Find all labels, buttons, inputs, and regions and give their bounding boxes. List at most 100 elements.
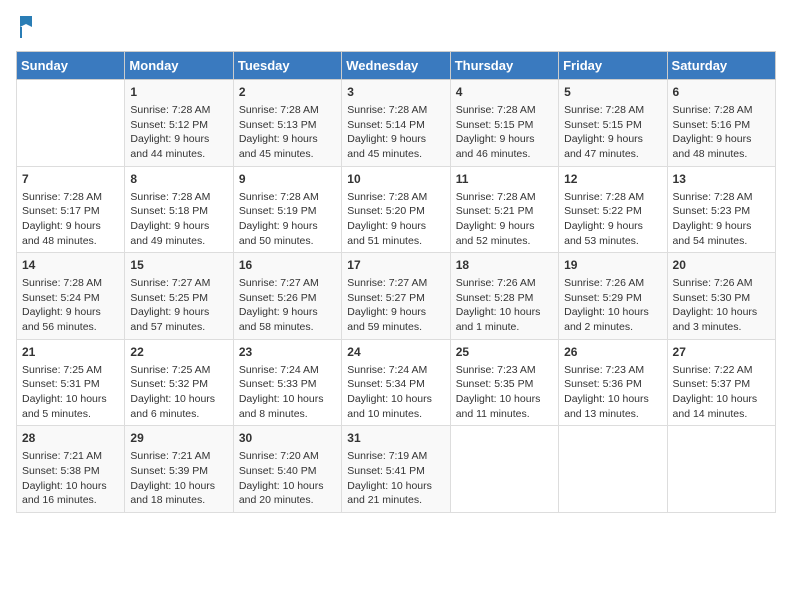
cell-text: Daylight: 9 hours	[673, 219, 770, 234]
cell-text: Sunset: 5:16 PM	[673, 118, 770, 133]
calendar-cell: 30Sunrise: 7:20 AMSunset: 5:40 PMDayligh…	[233, 426, 341, 513]
calendar-cell: 5Sunrise: 7:28 AMSunset: 5:15 PMDaylight…	[559, 80, 667, 167]
calendar-row: 7Sunrise: 7:28 AMSunset: 5:17 PMDaylight…	[17, 166, 776, 253]
calendar-cell: 4Sunrise: 7:28 AMSunset: 5:15 PMDaylight…	[450, 80, 558, 167]
cell-text: Sunset: 5:36 PM	[564, 377, 661, 392]
day-number: 24	[347, 344, 444, 361]
cell-text: and 59 minutes.	[347, 320, 444, 335]
day-number: 1	[130, 84, 227, 101]
calendar-cell: 2 Sunrise: 7:28 AMSunset: 5:13 PMDaylight…	[233, 80, 341, 167]
calendar-row: 1Sunrise: 7:28 AMSunset: 5:12 PMDaylight…	[17, 80, 776, 167]
calendar-cell: 26Sunrise: 7:23 AMSunset: 5:36 PMDayligh…	[559, 339, 667, 426]
cell-text: and 49 minutes.	[130, 234, 227, 249]
cell-text: and 16 minutes.	[22, 493, 119, 508]
day-number: 31	[347, 430, 444, 447]
calendar-cell	[17, 80, 125, 167]
cell-text: Daylight: 9 hours	[347, 219, 444, 234]
header-wednesday: Wednesday	[342, 52, 450, 80]
cell-text: Daylight: 10 hours	[673, 392, 770, 407]
calendar-header-row: Sunday Monday Tuesday Wednesday Thursday…	[17, 52, 776, 80]
calendar-cell: 17Sunrise: 7:27 AMSunset: 5:27 PMDayligh…	[342, 253, 450, 340]
cell-text: and 10 minutes.	[347, 407, 444, 422]
cell-text: Sunset: 5:18 PM	[130, 204, 227, 219]
header-tuesday: Tuesday	[233, 52, 341, 80]
cell-text: and 48 minutes.	[22, 234, 119, 249]
cell-text: Daylight: 10 hours	[456, 305, 553, 320]
cell-text: and 46 minutes.	[456, 147, 553, 162]
day-number: 26	[564, 344, 661, 361]
cell-text: Sunset: 5:20 PM	[347, 204, 444, 219]
cell-text: Daylight: 9 hours	[347, 305, 444, 320]
calendar-row: 14Sunrise: 7:28 AMSunset: 5:24 PMDayligh…	[17, 253, 776, 340]
day-number: 16	[239, 257, 336, 274]
cell-text: Sunrise: 7:26 AM	[564, 276, 661, 291]
cell-text: Sunset: 5:40 PM	[239, 464, 336, 479]
cell-text: and 1 minute.	[456, 320, 553, 335]
cell-text: Sunset: 5:35 PM	[456, 377, 553, 392]
cell-text: Sunrise: 7:26 AM	[456, 276, 553, 291]
cell-text: Daylight: 10 hours	[239, 479, 336, 494]
cell-text: Daylight: 9 hours	[239, 132, 336, 147]
calendar-cell: 7Sunrise: 7:28 AMSunset: 5:17 PMDaylight…	[17, 166, 125, 253]
cell-text: Sunrise: 7:21 AM	[22, 449, 119, 464]
cell-text: and 45 minutes.	[347, 147, 444, 162]
cell-text: Daylight: 10 hours	[564, 392, 661, 407]
day-number: 18	[456, 257, 553, 274]
cell-text: Sunrise: 7:23 AM	[456, 363, 553, 378]
cell-text: and 6 minutes.	[130, 407, 227, 422]
cell-text: Daylight: 9 hours	[130, 219, 227, 234]
calendar-cell	[450, 426, 558, 513]
cell-text: and 3 minutes.	[673, 320, 770, 335]
cell-text: Daylight: 9 hours	[239, 305, 336, 320]
cell-text: and 13 minutes.	[564, 407, 661, 422]
cell-text: and 53 minutes.	[564, 234, 661, 249]
cell-text: Sunrise: 7:27 AM	[347, 276, 444, 291]
day-number: 14	[22, 257, 119, 274]
cell-text: Daylight: 9 hours	[456, 132, 553, 147]
cell-text: Sunset: 5:15 PM	[456, 118, 553, 133]
cell-text: Sunset: 5:37 PM	[673, 377, 770, 392]
day-number: 29	[130, 430, 227, 447]
cell-text: Sunset: 5:39 PM	[130, 464, 227, 479]
calendar-cell: 8Sunrise: 7:28 AMSunset: 5:18 PMDaylight…	[125, 166, 233, 253]
calendar-cell	[559, 426, 667, 513]
cell-text: and 5 minutes.	[22, 407, 119, 422]
cell-text: Daylight: 9 hours	[564, 132, 661, 147]
cell-text: Daylight: 10 hours	[22, 479, 119, 494]
cell-text: Sunrise: 7:28 AM	[673, 190, 770, 205]
day-number: 8	[130, 171, 227, 188]
calendar-cell: 6Sunrise: 7:28 AMSunset: 5:16 PMDaylight…	[667, 80, 775, 167]
cell-text: Daylight: 9 hours	[673, 132, 770, 147]
logo-flag-icon	[18, 16, 34, 38]
cell-text: Sunrise: 7:25 AM	[22, 363, 119, 378]
cell-text: Sunset: 5:34 PM	[347, 377, 444, 392]
cell-text: Sunrise: 7:28 AM	[239, 103, 336, 118]
cell-text: Daylight: 10 hours	[130, 479, 227, 494]
cell-text: Sunset: 5:26 PM	[239, 291, 336, 306]
day-number: 23	[239, 344, 336, 361]
calendar-cell: 10Sunrise: 7:28 AMSunset: 5:20 PMDayligh…	[342, 166, 450, 253]
cell-text: Sunset: 5:25 PM	[130, 291, 227, 306]
cell-text: Sunrise: 7:24 AM	[347, 363, 444, 378]
calendar-cell: 22Sunrise: 7:25 AMSunset: 5:32 PMDayligh…	[125, 339, 233, 426]
cell-text: Sunset: 5:13 PM	[239, 118, 336, 133]
calendar-cell: 18Sunrise: 7:26 AMSunset: 5:28 PMDayligh…	[450, 253, 558, 340]
cell-text: Daylight: 10 hours	[564, 305, 661, 320]
day-number: 6	[673, 84, 770, 101]
cell-text: Sunrise: 7:21 AM	[130, 449, 227, 464]
calendar-row: 28Sunrise: 7:21 AMSunset: 5:38 PMDayligh…	[17, 426, 776, 513]
cell-text: Sunset: 5:14 PM	[347, 118, 444, 133]
cell-text: Sunrise: 7:28 AM	[456, 190, 553, 205]
cell-text: Sunrise: 7:26 AM	[673, 276, 770, 291]
day-number: 30	[239, 430, 336, 447]
day-number: 2	[239, 84, 336, 101]
calendar-cell: 11Sunrise: 7:28 AMSunset: 5:21 PMDayligh…	[450, 166, 558, 253]
cell-text: Sunset: 5:33 PM	[239, 377, 336, 392]
day-number: 21	[22, 344, 119, 361]
cell-text: and 8 minutes.	[239, 407, 336, 422]
calendar-cell: 9Sunrise: 7:28 AMSunset: 5:19 PMDaylight…	[233, 166, 341, 253]
cell-text: and 57 minutes.	[130, 320, 227, 335]
cell-text: Sunrise: 7:27 AM	[130, 276, 227, 291]
day-number: 9	[239, 171, 336, 188]
calendar-cell: 28Sunrise: 7:21 AMSunset: 5:38 PMDayligh…	[17, 426, 125, 513]
